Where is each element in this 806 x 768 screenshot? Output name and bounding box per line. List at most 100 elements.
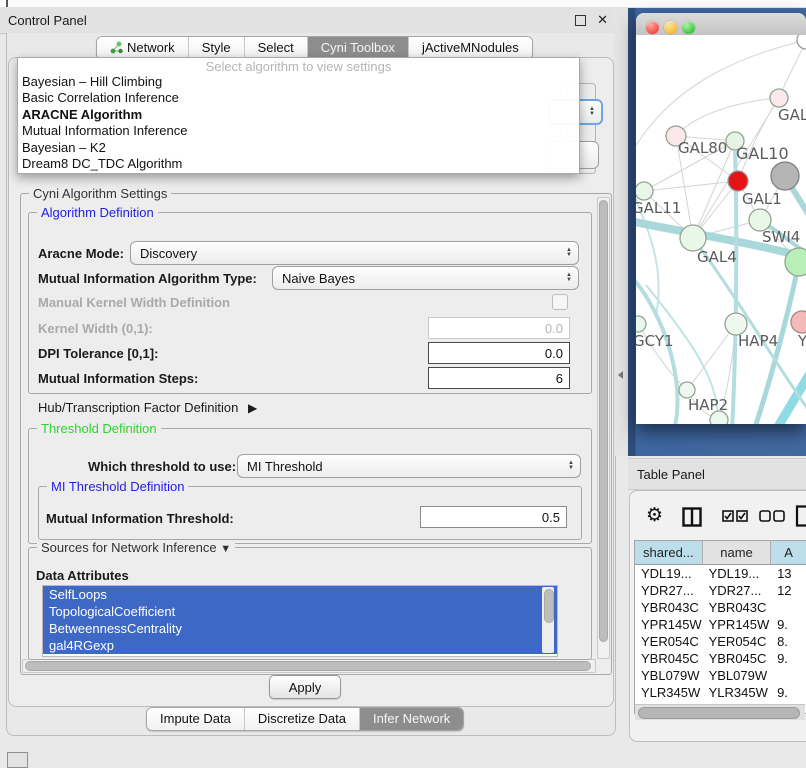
settings-vertical-scrollbar[interactable] <box>597 197 610 659</box>
tab-network[interactable]: Network <box>97 37 188 59</box>
mi-threshold-label: Mutual Information Threshold: <box>46 511 234 526</box>
attribute-list-item[interactable]: gal4RGexp <box>43 637 557 654</box>
float-window-icon[interactable] <box>575 15 586 26</box>
apply-button[interactable]: Apply <box>269 675 341 699</box>
settings-group-title: Cyni Algorithm Settings <box>29 186 171 201</box>
mi-threshold-title: MI Threshold Definition <box>47 479 188 494</box>
table-row[interactable]: YER054CYER054C8. <box>635 633 806 650</box>
table-row[interactable]: YLR345WYLR345W9. <box>635 684 806 701</box>
zoom-traffic-light-icon[interactable] <box>682 21 695 34</box>
split-divider[interactable] <box>614 8 628 456</box>
attribute-list-item[interactable]: BetweennessCentrality <box>43 620 557 637</box>
network-node[interactable] <box>728 171 748 191</box>
table-cell: 9. <box>771 650 806 667</box>
network-node[interactable] <box>771 162 799 190</box>
control-panel-titlebar: Control Panel ✕ <box>0 8 620 34</box>
table-row[interactable]: YBR043CYBR043C <box>635 599 806 616</box>
tab-cyni-toolbox[interactable]: Cyni Toolbox <box>307 37 408 59</box>
manual-kernel-checkbox[interactable] <box>552 294 568 310</box>
tab-style[interactable]: Style <box>188 37 244 59</box>
dropdown-item[interactable]: ARACNE Algorithm <box>18 107 579 123</box>
settings-horizontal-scrollbar[interactable] <box>22 659 596 673</box>
network-edge[interactable] <box>776 370 806 424</box>
table-row[interactable]: YDL19...YDL19...13 <box>635 565 806 582</box>
hub-definition-toggle[interactable]: Hub/Transcription Factor Definition ▶ <box>38 400 257 415</box>
dropdown-item[interactable]: Dream8 DC_TDC Algorithm <box>18 156 579 172</box>
table-horizontal-scrollbar-thumb[interactable] <box>638 707 800 719</box>
aracne-mode-combobox[interactable]: Discovery ▲▼ <box>130 241 579 265</box>
table-row[interactable]: YBL079WYBL079W <box>635 667 806 684</box>
network-canvas[interactable]: GALGAL80GAL10GAL1GAL11GAL4SWI4GCY1HAP4YH… <box>636 35 806 424</box>
table-row[interactable]: YDR27...YDR27...12 <box>635 582 806 599</box>
network-node-gal11[interactable] <box>636 182 653 200</box>
table-cell: 13 <box>771 565 806 582</box>
deselect-all-checkboxes-icon[interactable] <box>759 510 785 523</box>
collapse-down-icon: ▼ <box>220 543 231 555</box>
columns-icon[interactable] <box>682 507 702 527</box>
algorithm-dropdown-popup: Select algorithm to view settings Bayesi… <box>17 57 580 174</box>
select-all-checkboxes-icon[interactable] <box>722 510 748 523</box>
column-header[interactable]: name <box>703 541 772 564</box>
mi-steps-field[interactable] <box>428 367 570 389</box>
network-edge[interactable] <box>676 98 779 136</box>
column-header[interactable]: A <box>771 541 806 564</box>
network-node-y[interactable] <box>791 311 806 333</box>
which-threshold-value: MI Threshold <box>247 459 323 474</box>
tab-label: Discretize Data <box>258 711 346 726</box>
hub-definition-label: Hub/Transcription Factor Definition <box>38 400 238 415</box>
network-node-gcy1[interactable] <box>636 316 646 332</box>
network-node[interactable] <box>797 35 806 49</box>
attribute-list-item[interactable]: SelfLoops <box>43 586 557 603</box>
collapsed-panel-icon[interactable] <box>7 752 28 768</box>
network-node-gal[interactable] <box>770 89 788 107</box>
settings-vertical-scrollbar-thumb[interactable] <box>599 200 608 642</box>
mi-algorithm-type-combobox[interactable]: Naive Bayes ▲▼ <box>272 266 579 290</box>
network-node-label: Y <box>797 332 806 350</box>
dropdown-item[interactable]: Bayesian – K2 <box>18 140 579 156</box>
close-icon[interactable]: ✕ <box>597 12 608 28</box>
column-header[interactable]: shared... <box>635 541 703 564</box>
network-window-titlebar[interactable] <box>636 13 806 36</box>
network-edge[interactable] <box>732 151 736 424</box>
mi-threshold-field[interactable] <box>420 506 567 528</box>
gear-icon[interactable]: ⚙ <box>646 504 663 527</box>
settings-horizontal-scrollbar-thumb[interactable] <box>25 661 591 671</box>
document-icon[interactable] <box>795 505 806 527</box>
collapse-left-icon[interactable] <box>618 371 623 379</box>
node-table[interactable]: shared...nameA YDL19...YDL19...13YDR27..… <box>634 540 806 714</box>
table-row[interactable]: YBR045CYBR045C9. <box>635 650 806 667</box>
attributes-scrollbar[interactable] <box>542 587 554 653</box>
tab-infer-network[interactable]: Infer Network <box>359 708 463 730</box>
tab-select[interactable]: Select <box>244 37 307 59</box>
tab-label: jActiveMNodules <box>422 40 519 55</box>
dropdown-item[interactable]: Bayesian – Hill Climbing <box>18 74 579 90</box>
table-cell <box>771 599 806 616</box>
combo-spinner-icon: ▲▼ <box>589 107 601 117</box>
table-row[interactable]: YPR145WYPR145W9. <box>635 616 806 633</box>
minimize-traffic-light-icon[interactable] <box>664 21 677 34</box>
table-cell: YER054C <box>635 633 703 650</box>
attribute-list-item[interactable]: TopologicalCoefficient <box>43 603 557 620</box>
network-edge[interactable] <box>644 181 738 191</box>
table-panel-title: Table Panel <box>637 467 705 482</box>
mi-type-label: Mutual Information Algorithm Type: <box>38 271 257 286</box>
kernel-width-label: Kernel Width (0,1): <box>38 321 153 336</box>
table-cell: 9. <box>771 684 806 701</box>
tab-discretize-data[interactable]: Discretize Data <box>244 708 359 730</box>
table-cell: YLR345W <box>703 684 771 701</box>
kernel-width-field[interactable] <box>428 317 570 339</box>
tab-jactivemnodules[interactable]: jActiveMNodules <box>408 37 532 59</box>
table-horizontal-scrollbar[interactable] <box>635 704 805 720</box>
which-threshold-combobox[interactable]: MI Threshold ▲▼ <box>237 454 581 478</box>
dpi-tolerance-field[interactable] <box>428 342 570 364</box>
network-node-swi4[interactable] <box>785 248 806 276</box>
tab-impute-data[interactable]: Impute Data <box>147 708 244 730</box>
table-cell: YDL19... <box>703 565 771 582</box>
dropdown-item[interactable]: Mutual Information Inference <box>18 123 579 139</box>
attributes-scrollbar-thumb[interactable] <box>544 589 554 623</box>
network-node[interactable] <box>710 411 728 424</box>
close-traffic-light-icon[interactable] <box>646 21 659 34</box>
sources-group-title[interactable]: Sources for Network Inference ▼ <box>37 540 235 555</box>
dropdown-item[interactable]: Basic Correlation Inference <box>18 90 579 106</box>
network-node-label: GAL10 <box>736 144 789 163</box>
